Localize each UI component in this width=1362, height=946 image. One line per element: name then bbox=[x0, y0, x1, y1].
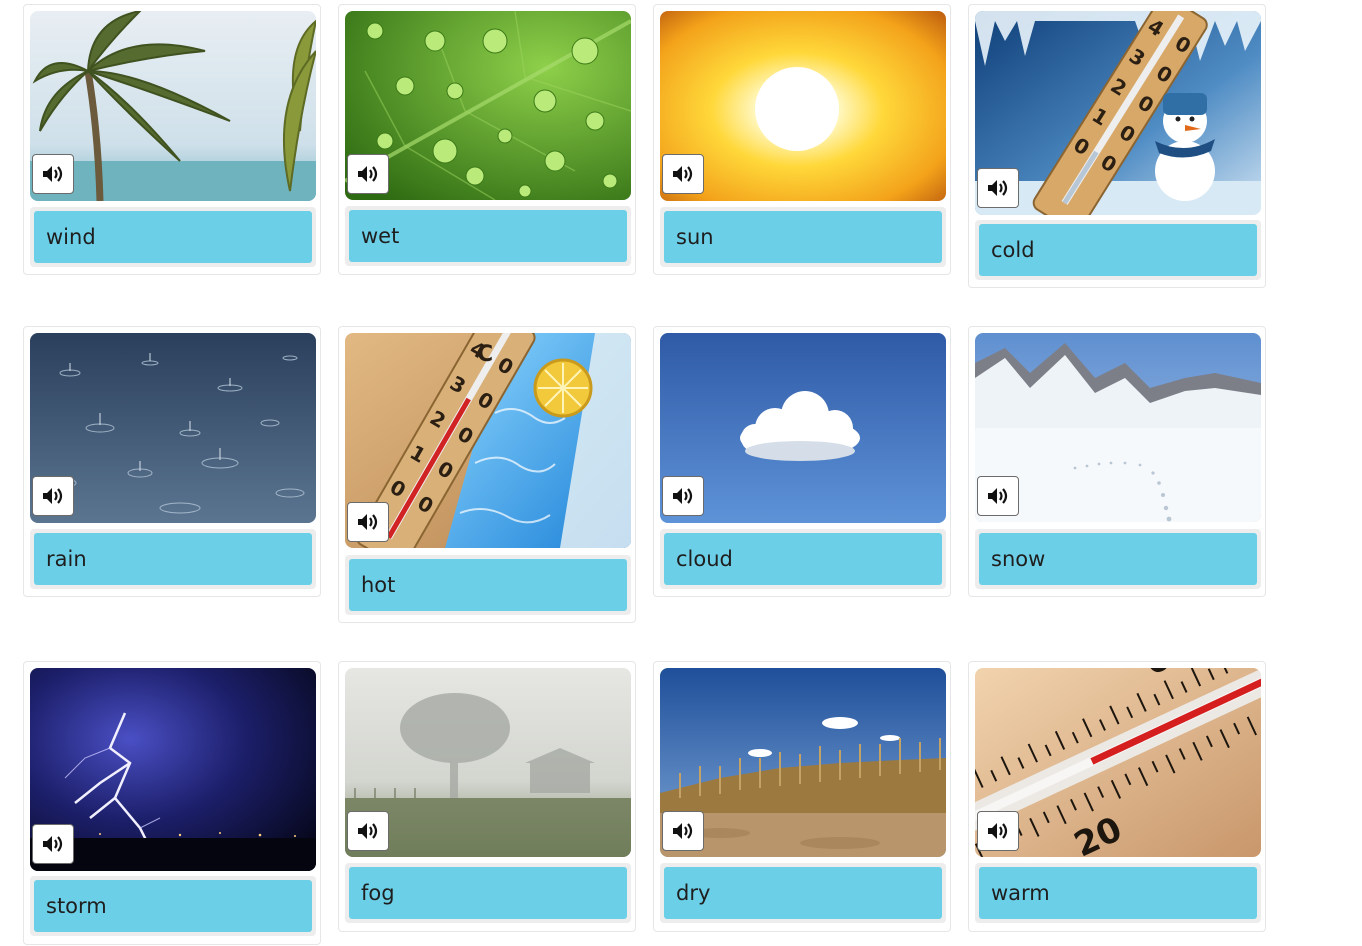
vocab-card-cold: 432 10 000 00 cold bbox=[968, 4, 1266, 288]
play-audio-button[interactable] bbox=[977, 168, 1019, 208]
word-tray: fog bbox=[345, 863, 631, 923]
speaker-icon bbox=[988, 488, 1008, 504]
word-tray: storm bbox=[30, 876, 316, 936]
play-audio-button[interactable] bbox=[662, 154, 704, 194]
word-label[interactable]: cold bbox=[979, 224, 1257, 276]
word-label[interactable]: rain bbox=[34, 533, 312, 585]
vocab-card-hot: 432 10 000 00 C hot bbox=[338, 326, 636, 623]
play-audio-button[interactable] bbox=[662, 476, 704, 516]
play-audio-button[interactable] bbox=[347, 811, 389, 851]
word-tray: warm bbox=[975, 863, 1261, 923]
speaker-icon bbox=[673, 166, 693, 182]
vocab-card-wet: wet bbox=[338, 4, 636, 275]
speaker-icon bbox=[988, 180, 1008, 196]
word-tray: wind bbox=[30, 207, 316, 267]
word-tray: snow bbox=[975, 529, 1261, 589]
word-label[interactable]: hot bbox=[349, 559, 627, 611]
word-tray: rain bbox=[30, 529, 316, 589]
word-label[interactable]: wet bbox=[349, 210, 627, 262]
speaker-icon bbox=[358, 823, 378, 839]
play-audio-button[interactable] bbox=[347, 502, 389, 542]
play-audio-button[interactable] bbox=[32, 476, 74, 516]
word-label[interactable]: cloud bbox=[664, 533, 942, 585]
play-audio-button[interactable] bbox=[977, 811, 1019, 851]
speaker-icon bbox=[673, 488, 693, 504]
vocabulary-card-grid: wind wet sun 4 3 2 1 0 0 0 0 0 0 cold ra… bbox=[0, 0, 1362, 946]
vocab-card-dry: dry bbox=[653, 661, 951, 932]
word-tray: hot bbox=[345, 555, 631, 615]
word-tray: cold bbox=[975, 220, 1261, 280]
word-label[interactable]: dry bbox=[664, 867, 942, 919]
vocab-card-sun: sun bbox=[653, 4, 951, 275]
play-audio-button[interactable] bbox=[32, 154, 74, 194]
play-audio-button[interactable] bbox=[977, 476, 1019, 516]
vocab-card-cloud: cloud bbox=[653, 326, 951, 597]
vocab-card-wind: wind bbox=[23, 4, 321, 275]
play-audio-button[interactable] bbox=[662, 811, 704, 851]
speaker-icon bbox=[43, 488, 63, 504]
speaker-icon bbox=[43, 166, 63, 182]
speaker-icon bbox=[988, 823, 1008, 839]
play-audio-button[interactable] bbox=[347, 154, 389, 194]
word-label[interactable]: storm bbox=[34, 880, 312, 932]
word-tray: dry bbox=[660, 863, 946, 923]
vocab-card-fog: fog bbox=[338, 661, 636, 932]
word-label[interactable]: wind bbox=[34, 211, 312, 263]
vocab-card-rain: rain bbox=[23, 326, 321, 597]
word-label[interactable]: sun bbox=[664, 211, 942, 263]
vocab-card-snow: snow bbox=[968, 326, 1266, 597]
play-audio-button[interactable] bbox=[32, 824, 74, 864]
word-label[interactable]: warm bbox=[979, 867, 1257, 919]
vocab-card-storm: storm bbox=[23, 661, 321, 945]
word-label[interactable]: snow bbox=[979, 533, 1257, 585]
speaker-icon bbox=[358, 514, 378, 530]
word-label[interactable]: fog bbox=[349, 867, 627, 919]
speaker-icon bbox=[673, 823, 693, 839]
word-tray: wet bbox=[345, 206, 631, 266]
word-tray: cloud bbox=[660, 529, 946, 589]
speaker-icon bbox=[358, 166, 378, 182]
svg-text:C: C bbox=[477, 342, 493, 367]
vocab-card-warm: 60 20 warm bbox=[968, 661, 1266, 932]
word-tray: sun bbox=[660, 207, 946, 267]
speaker-icon bbox=[43, 836, 63, 852]
